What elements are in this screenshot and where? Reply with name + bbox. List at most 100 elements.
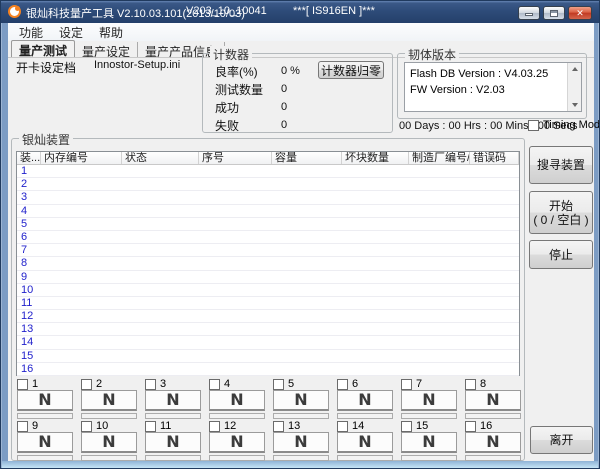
column-header[interactable]: 内存编号 — [41, 152, 122, 164]
stop-button[interactable]: 停止 — [529, 240, 593, 269]
slot-status-button[interactable]: N — [465, 432, 521, 453]
slot-checkbox[interactable] — [337, 421, 348, 432]
slot-checkbox[interactable] — [145, 379, 156, 390]
table-row[interactable]: 15 — [17, 350, 519, 363]
table-row[interactable]: 8 — [17, 257, 519, 270]
row-number: 8 — [17, 257, 41, 269]
row-cell — [409, 336, 470, 348]
firmware-scrollbar[interactable] — [567, 63, 581, 111]
minimize-button[interactable] — [518, 6, 540, 20]
table-row[interactable]: 11 — [17, 297, 519, 310]
column-header[interactable]: 制造厂编号/产... — [409, 152, 470, 164]
close-button[interactable]: ✕ — [568, 6, 592, 20]
table-row[interactable]: 9 — [17, 271, 519, 284]
slot-number: 8 — [480, 378, 486, 390]
row-cell — [41, 205, 122, 217]
slot-status-button[interactable]: N — [145, 390, 201, 411]
slot-checkbox[interactable] — [337, 379, 348, 390]
row-cell — [41, 310, 122, 322]
slot-status-button[interactable]: N — [401, 390, 457, 411]
row-number: 5 — [17, 218, 41, 230]
tab-mp-test[interactable]: 量产测试 — [11, 40, 75, 57]
slot-number: 15 — [416, 420, 428, 432]
menu-item-help[interactable]: 帮助 — [91, 23, 131, 42]
menu-item-settings[interactable]: 设定 — [51, 23, 91, 42]
slot-checkbox[interactable] — [401, 379, 412, 390]
slot-status-button[interactable]: N — [81, 432, 137, 453]
slot-check-field: 14 — [337, 420, 364, 432]
column-header[interactable]: 容量 — [272, 152, 342, 164]
table-row[interactable]: 16 — [17, 363, 519, 376]
table-row[interactable]: 4 — [17, 205, 519, 218]
table-row[interactable]: 7 — [17, 244, 519, 257]
table-row[interactable]: 5 — [17, 218, 519, 231]
table-row[interactable]: 2 — [17, 178, 519, 191]
maximize-button[interactable] — [543, 6, 565, 20]
slot-status-button[interactable]: N — [401, 432, 457, 453]
search-device-button[interactable]: 搜寻装置 — [529, 146, 593, 184]
column-header[interactable]: 序号 — [199, 152, 272, 164]
slot-status-button[interactable]: N — [337, 432, 393, 453]
scroll-down-icon[interactable] — [572, 103, 578, 107]
table-row[interactable]: 1 — [17, 165, 519, 178]
row-cell — [41, 244, 122, 256]
slot-status-button[interactable]: N — [273, 432, 329, 453]
column-header[interactable]: 错误码 — [470, 152, 519, 164]
slot-checkbox[interactable] — [401, 421, 412, 432]
slot-checkbox[interactable] — [17, 379, 28, 390]
table-row[interactable]: 3 — [17, 191, 519, 204]
table-row[interactable]: 6 — [17, 231, 519, 244]
slot-status-button[interactable]: N — [273, 390, 329, 411]
column-header[interactable]: 坏块数量 — [342, 152, 409, 164]
row-cell — [470, 165, 519, 177]
table-row[interactable]: 12 — [17, 310, 519, 323]
table-row[interactable]: 10 — [17, 284, 519, 297]
slot-status-button[interactable]: N — [17, 432, 73, 453]
window-title-build: V203_10_10041 — [186, 5, 267, 17]
slot-checkbox[interactable] — [17, 421, 28, 432]
start-button-line1: 开始 — [549, 199, 573, 213]
slot-status-button[interactable]: N — [465, 390, 521, 411]
slot-status-button[interactable]: N — [81, 390, 137, 411]
title-bar[interactable]: 银灿科技量产工具 V2.10.03.101(2013/10/03) V203_1… — [1, 1, 599, 23]
row-cell — [470, 218, 519, 230]
slot-checkbox[interactable] — [273, 421, 284, 432]
slot-status-button[interactable]: N — [17, 390, 73, 411]
row-cell — [122, 205, 199, 217]
slot-checkbox[interactable] — [209, 379, 220, 390]
slot-checkbox[interactable] — [465, 421, 476, 432]
start-button[interactable]: 开始 ( 0 / 空白 ) — [529, 191, 593, 234]
row-cell — [470, 191, 519, 203]
row-cell — [409, 310, 470, 322]
table-row[interactable]: 14 — [17, 336, 519, 349]
slot-progress-bar — [273, 413, 329, 419]
exit-button[interactable]: 离开 — [530, 426, 593, 454]
menu-item-function[interactable]: 功能 — [11, 23, 51, 42]
slot-status-button[interactable]: N — [209, 390, 265, 411]
slot-status-button[interactable]: N — [337, 390, 393, 411]
timing-mode-checkbox[interactable] — [528, 120, 539, 131]
tab-mp-settings[interactable]: 量产设定 — [75, 42, 138, 57]
slot-checkbox[interactable] — [465, 379, 476, 390]
counter-row-value: 0 % — [281, 65, 300, 77]
row-cell — [122, 310, 199, 322]
column-header[interactable]: 装... — [17, 152, 41, 164]
slot-number: 1 — [32, 378, 38, 390]
slot-checkbox[interactable] — [81, 379, 92, 390]
row-cell — [272, 178, 342, 190]
slot-checkbox[interactable] — [273, 379, 284, 390]
row-cell — [272, 165, 342, 177]
column-header[interactable]: 状态 — [122, 152, 199, 164]
row-cell — [199, 350, 272, 362]
scroll-up-icon[interactable] — [572, 67, 578, 71]
slot-checkbox[interactable] — [145, 421, 156, 432]
slot-progress-bar — [465, 413, 521, 419]
slot-status-button[interactable]: N — [209, 432, 265, 453]
table-row[interactable]: 13 — [17, 323, 519, 336]
slot-checkbox[interactable] — [209, 421, 220, 432]
slot-number: 9 — [32, 420, 38, 432]
slot-status-button[interactable]: N — [145, 432, 201, 453]
counter-reset-button[interactable]: 计数器归零 — [318, 61, 384, 79]
row-cell — [199, 231, 272, 243]
slot-checkbox[interactable] — [81, 421, 92, 432]
